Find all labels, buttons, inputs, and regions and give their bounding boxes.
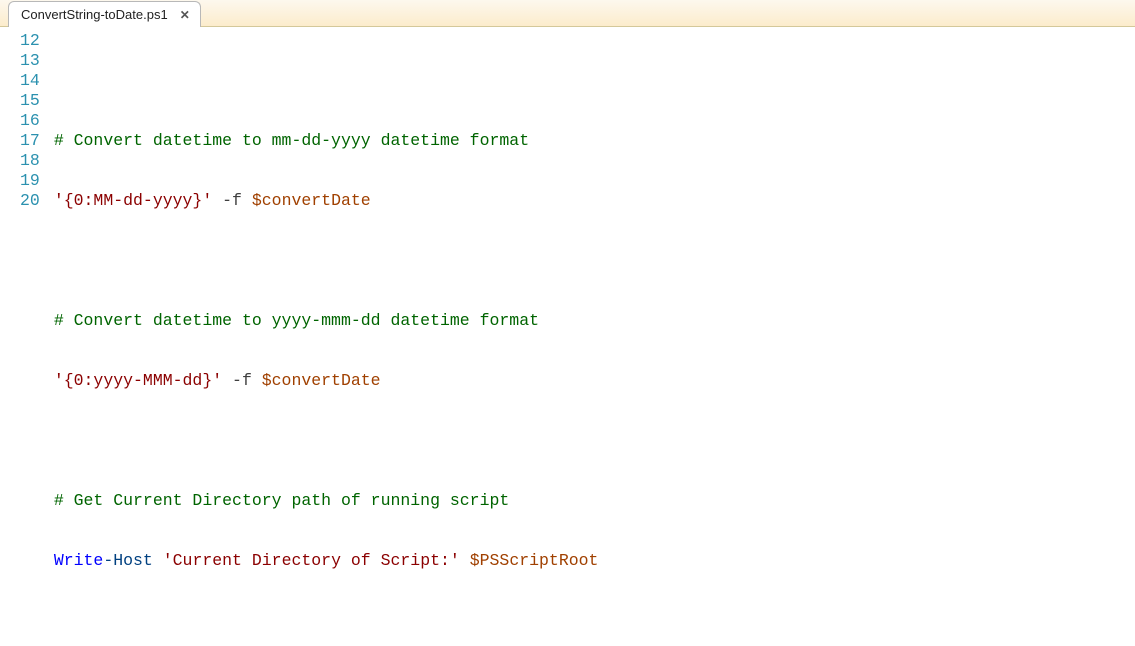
variable: $PSScriptRoot xyxy=(470,551,599,570)
code-line xyxy=(54,431,599,451)
cmdlet: Write xyxy=(54,551,104,570)
line-number: 20 xyxy=(20,191,40,211)
line-number: 19 xyxy=(20,171,40,191)
code-editor[interactable]: 12 13 14 15 16 17 18 19 20 # Convert dat… xyxy=(0,27,1135,646)
code-line: # Get Current Directory path of running … xyxy=(54,491,599,511)
tab-bar: ConvertString-toDate.ps1 ✕ xyxy=(0,0,1135,27)
line-number: 12 xyxy=(20,31,40,51)
ide-window: ConvertString-toDate.ps1 ✕ 12 13 14 15 1… xyxy=(0,0,1135,646)
variable: $convertDate xyxy=(262,371,381,390)
comment: # Convert datetime to yyyy-mmm-dd dateti… xyxy=(54,311,539,330)
string-literal: '{0:yyyy-MMM-dd}' xyxy=(54,371,222,390)
operator: -f xyxy=(222,371,262,390)
space xyxy=(460,551,470,570)
code-area[interactable]: # Convert datetime to mm-dd-yyyy datetim… xyxy=(54,31,599,611)
string-literal: '{0:MM-dd-yyyy}' xyxy=(54,191,212,210)
code-line: '{0:yyyy-MMM-dd}' -f $convertDate xyxy=(54,371,599,391)
code-line: '{0:MM-dd-yyyy}' -f $convertDate xyxy=(54,191,599,211)
code-line: # Convert datetime to mm-dd-yyyy datetim… xyxy=(54,131,599,151)
line-number: 17 xyxy=(20,131,40,151)
comment: # Convert datetime to mm-dd-yyyy datetim… xyxy=(54,131,529,150)
code-line xyxy=(54,71,599,91)
close-icon[interactable]: ✕ xyxy=(178,8,192,22)
line-number: 16 xyxy=(20,111,40,131)
file-tab[interactable]: ConvertString-toDate.ps1 ✕ xyxy=(8,1,201,27)
operator: -f xyxy=(212,191,252,210)
code-line: # Convert datetime to yyyy-mmm-dd dateti… xyxy=(54,311,599,331)
code-line xyxy=(54,251,599,271)
comment: # Get Current Directory path of running … xyxy=(54,491,509,510)
line-number: 13 xyxy=(20,51,40,71)
cmdlet: -Host xyxy=(103,551,162,570)
line-number-gutter: 12 13 14 15 16 17 18 19 20 xyxy=(0,31,54,611)
line-number: 14 xyxy=(20,71,40,91)
line-number: 18 xyxy=(20,151,40,171)
code-line: Write-Host 'Current Directory of Script:… xyxy=(54,551,599,571)
string-literal: 'Current Directory of Script:' xyxy=(163,551,460,570)
tab-title: ConvertString-toDate.ps1 xyxy=(21,7,168,22)
variable: $convertDate xyxy=(252,191,371,210)
line-number: 15 xyxy=(20,91,40,111)
